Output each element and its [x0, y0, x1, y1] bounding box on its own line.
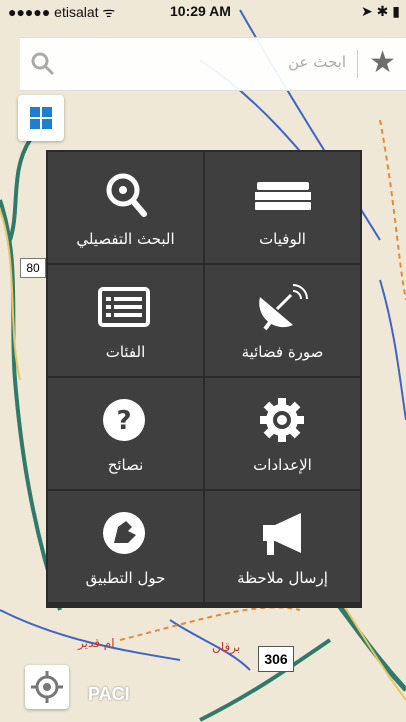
map-place-label: ام قدير: [78, 636, 115, 650]
menu-tile-settings[interactable]: الإعدادات: [205, 378, 360, 489]
paci-logo: PACI: [88, 684, 130, 704]
map-place-label: برقان: [212, 640, 241, 654]
menu-tile-satellite[interactable]: صورة فضائية: [205, 265, 360, 376]
gear-icon: [260, 398, 304, 442]
main-menu: البحث التفصيلي الوفيات الفئات صورة فضائي…: [46, 150, 362, 608]
menu-tile-tips[interactable]: ? نصائح: [48, 378, 203, 489]
search-icon: [31, 52, 55, 76]
grid-icon-cell: [30, 107, 40, 117]
wifi-icon: ᯤ: [102, 4, 116, 20]
search-input[interactable]: ابحث عن: [288, 53, 346, 71]
search-divider: [357, 50, 358, 78]
menu-tile-categories[interactable]: الفئات: [48, 265, 203, 376]
menu-tile-label: الإعدادات: [253, 456, 312, 474]
megaphone-icon: [263, 513, 301, 555]
grid-icon-cell: [42, 119, 52, 129]
menu-tile-label: صورة فضائية: [241, 343, 324, 361]
satellite-dish-icon: [259, 284, 308, 331]
location-arrow-icon: ➤: [361, 3, 373, 19]
signal-icon: ●●●●●: [8, 4, 55, 20]
menu-tile-feedback[interactable]: إرسال ملاحظة: [205, 491, 360, 602]
app-logo-icon: [103, 512, 145, 554]
road-shield-306: 306: [258, 646, 294, 672]
battery-icon: ▮: [392, 3, 400, 19]
road-shield-80: 80: [20, 258, 46, 278]
help-icon: ?: [103, 399, 145, 441]
menu-tile-obituaries[interactable]: الوفيات: [205, 152, 360, 263]
crosshair-icon: [31, 671, 63, 703]
favorites-star-icon[interactable]: ★: [369, 46, 396, 80]
search-location-icon: [106, 173, 147, 217]
casket-icon: [255, 182, 311, 210]
menu-tile-label: البحث التفصيلي: [76, 230, 175, 248]
menu-tile-label: حول التطبيق: [85, 569, 166, 587]
status-bar: ●●●●● etisalat ᯤ 10:29 AM ➤ ✱ ▮: [0, 0, 406, 22]
menu-tile-label: إرسال ملاحظة: [237, 569, 328, 587]
locate-me-button[interactable]: [25, 665, 69, 709]
carrier-name: ●●●●● etisalat ᯤ: [8, 4, 116, 20]
bluetooth-icon: ✱: [376, 3, 389, 19]
svg-text:?: ?: [116, 406, 131, 436]
menu-tile-about[interactable]: حول التطبيق: [48, 491, 203, 602]
menu-tile-label: الوفيات: [259, 230, 306, 248]
search-bar[interactable]: ابحث عن ★: [20, 37, 406, 91]
list-icon: [98, 287, 150, 327]
status-time: 10:29 AM: [170, 3, 231, 19]
menu-tile-advanced-search[interactable]: البحث التفصيلي: [48, 152, 203, 263]
grid-icon-cell: [30, 119, 40, 129]
menu-tile-label: نصائح: [107, 456, 144, 474]
grid-icon-cell: [42, 107, 52, 117]
menu-tile-label: الفئات: [105, 343, 146, 361]
menu-grid-button[interactable]: [18, 95, 64, 141]
status-icons: ➤ ✱ ▮: [361, 3, 400, 20]
